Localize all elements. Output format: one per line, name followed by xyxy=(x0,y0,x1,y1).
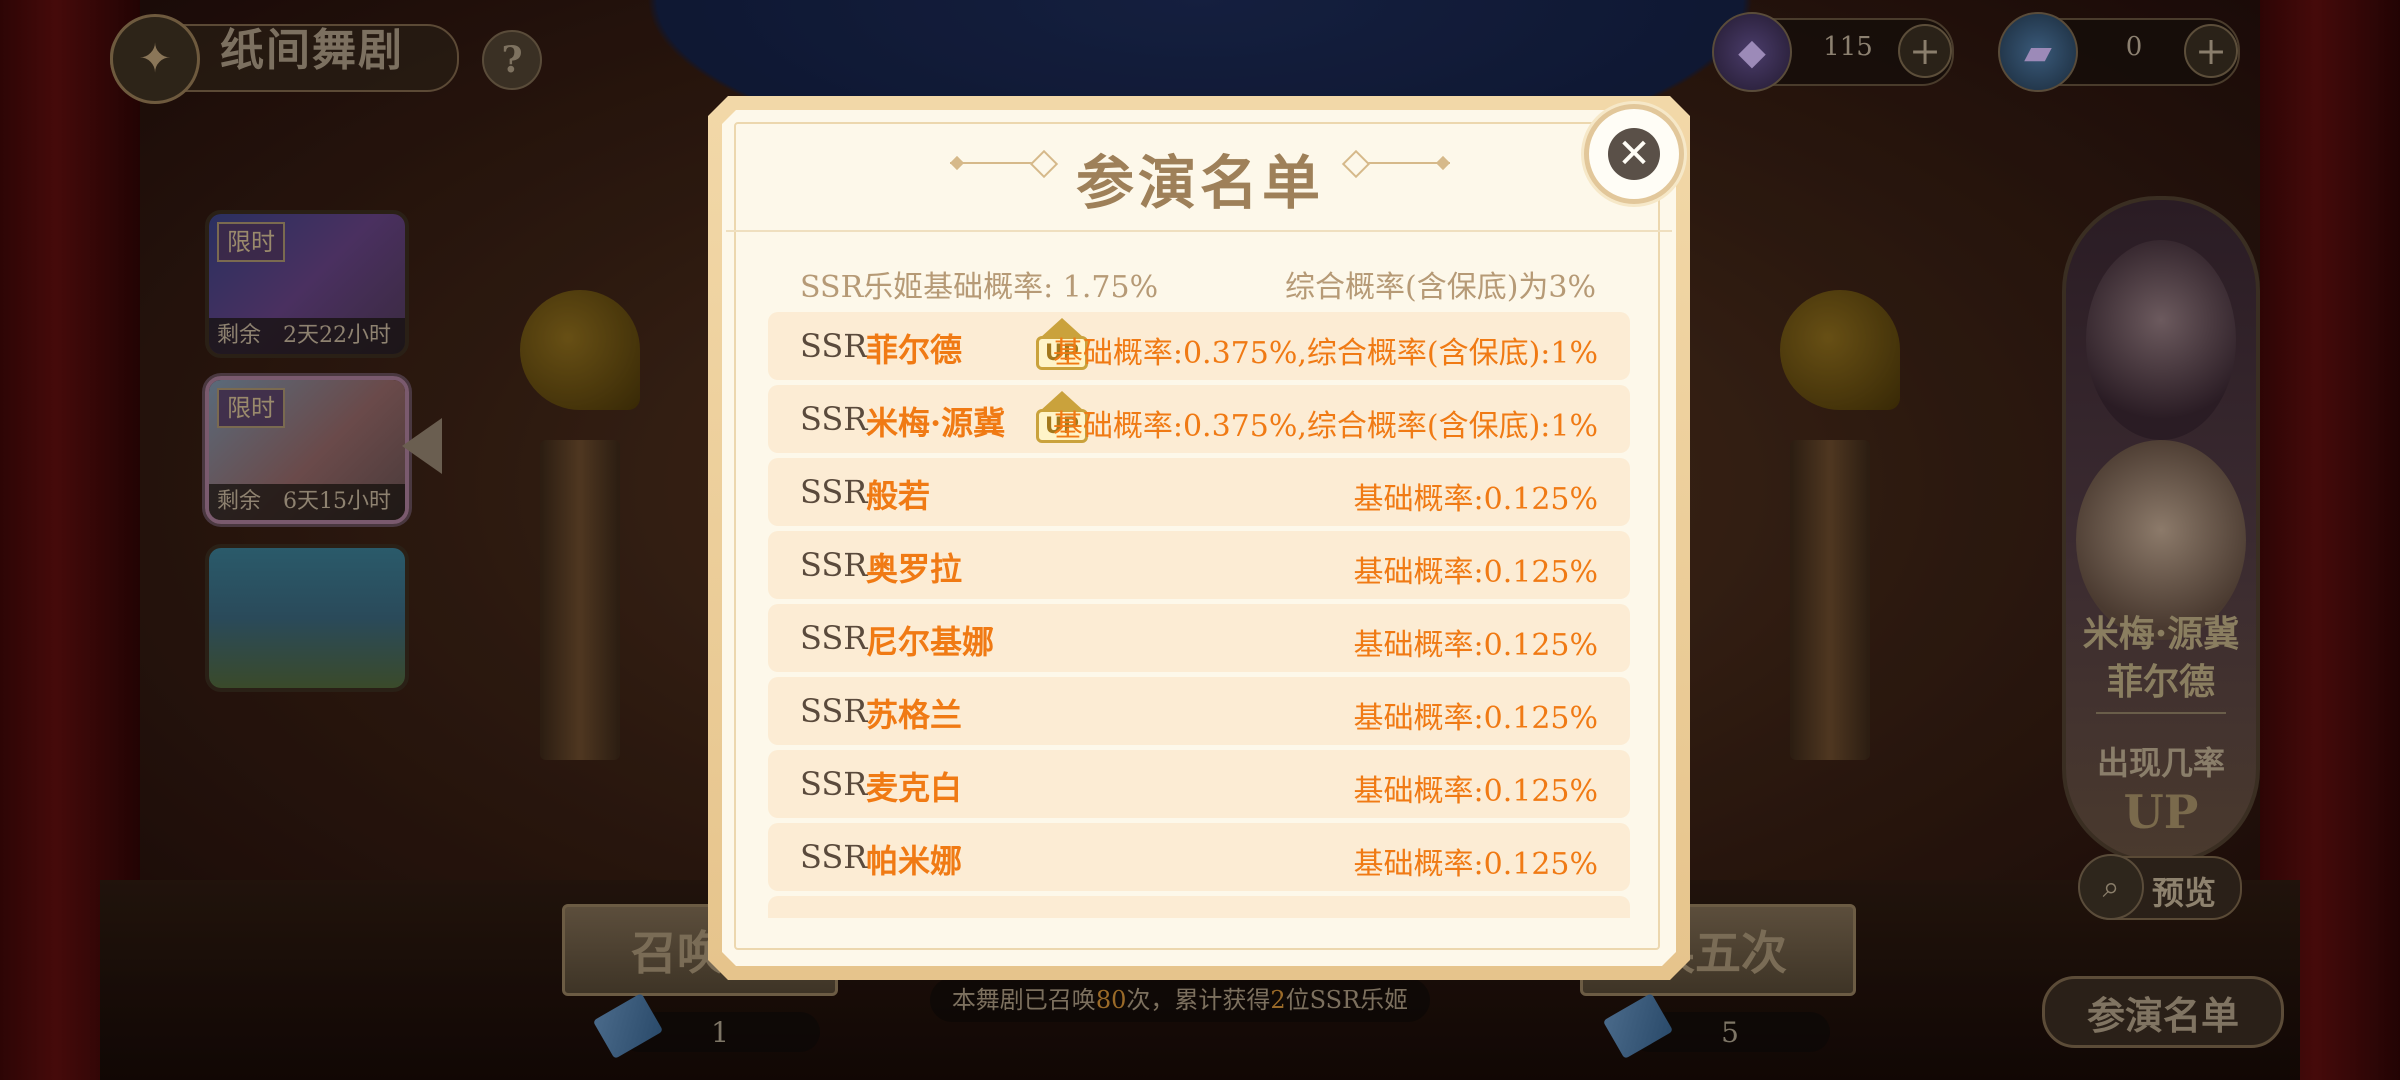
cast-list-row: SSR 般若 基础概率:0.125% xyxy=(768,458,1630,526)
banner-card-1[interactable]: 限时 剩余 2天22小时 xyxy=(205,210,409,358)
cost-value: 5 xyxy=(1721,1016,1739,1049)
ssr-count: 2 xyxy=(1270,986,1286,1014)
banner-art xyxy=(209,548,405,688)
rate-text: 基础概率:0.125% xyxy=(1353,774,1599,809)
page-title: 纸间舞剧 xyxy=(220,25,404,76)
add-gems-button[interactable]: + xyxy=(1898,24,1952,78)
cast-list[interactable]: SSR 菲尔德 UP 基础概率:0.375%,综合概率(含保底):1% SSR 米梅·源冀… xyxy=(768,312,1630,918)
up-label: UP xyxy=(2123,785,2199,839)
preview-label: 预览 xyxy=(2152,874,2217,912)
close-icon: ✕ xyxy=(1608,128,1660,180)
rarity-label: SSR xyxy=(800,692,868,730)
limited-tag: 限时 xyxy=(217,222,285,262)
ticket-icon: ▰ xyxy=(1998,12,2078,92)
stats-text: 位SSR乐姬 xyxy=(1285,986,1409,1014)
summon-five-cost: 5 xyxy=(1602,992,1830,1060)
character-name: 奥罗拉 xyxy=(866,550,963,588)
limited-tag: 限时 xyxy=(217,388,285,428)
rarity-label: SSR xyxy=(800,546,868,584)
divider xyxy=(2096,712,2226,714)
character-name: 般若 xyxy=(866,477,931,515)
banner-card-2[interactable]: 限时 剩余 6天15小时 xyxy=(205,376,409,524)
rate-text: 基础概率:0.375%,综合概率(含保底):1% xyxy=(1052,336,1598,371)
rarity-label: SSR xyxy=(800,765,868,803)
title-ornament-left xyxy=(950,162,1050,164)
character-name: 麦克白 xyxy=(866,769,963,807)
base-rate-text: SSR乐姬基础概率: 1.75% xyxy=(800,270,1159,305)
banner-remaining: 剩余 6天15小时 xyxy=(209,484,405,520)
cast-list-row: SSR 奥罗拉 基础概率:0.125% xyxy=(768,531,1630,599)
ticket-count: 0 xyxy=(2125,32,2143,62)
cast-list-row: SSR 米梅·源冀 UP 基础概率:0.375%,综合概率(含保底):1% xyxy=(768,385,1630,453)
gem-count: 115 xyxy=(1823,32,1873,62)
cast-list-row: SSR 麦克白 基础概率:0.125% xyxy=(768,750,1630,818)
appear-rate-label: 出现几率 xyxy=(2096,744,2225,782)
rate-text: 基础概率:0.125% xyxy=(1353,847,1599,882)
banner-remaining: 剩余 2天22小时 xyxy=(209,318,405,354)
cast-list-button[interactable]: 参演名单 xyxy=(2042,976,2284,1048)
stats-text: 次，累计获得 xyxy=(1126,986,1271,1014)
featured-names: 米梅·源冀 菲尔德 xyxy=(2082,613,2240,703)
summon-count: 80 xyxy=(1095,986,1127,1014)
featured-portrait[interactable]: 米梅·源冀 菲尔德 出现几率 UP xyxy=(2062,196,2260,864)
cast-list-row-partial xyxy=(768,896,1630,918)
rarity-label: SSR xyxy=(800,327,868,365)
summon-stats: 本舞剧已召唤80次，累计获得2位SSR乐姬 xyxy=(930,978,1430,1022)
gem-icon: ◆ xyxy=(1712,12,1792,92)
help-button[interactable]: ? xyxy=(482,30,542,90)
character-name: 帕米娜 xyxy=(866,842,963,880)
summon-once-cost: 1 xyxy=(592,992,820,1060)
character-name: 尼尔基娜 xyxy=(866,623,995,661)
back-emblem-icon[interactable]: ✦ xyxy=(110,14,200,104)
close-button[interactable]: ✕ xyxy=(1584,104,1684,204)
selected-arrow-icon xyxy=(402,418,442,474)
rarity-label: SSR xyxy=(800,619,868,657)
magnifier-icon: ⌕ xyxy=(2078,854,2144,920)
rarity-label: SSR xyxy=(800,838,868,876)
character-name: 苏格兰 xyxy=(866,696,963,734)
character-name: 米梅·源冀 xyxy=(866,404,1006,442)
cost-value: 1 xyxy=(711,1016,729,1049)
title-divider xyxy=(726,230,1672,232)
preview-button[interactable]: ⌕ 预览 xyxy=(2078,854,2242,920)
rate-text: 基础概率:0.125% xyxy=(1353,555,1599,590)
add-tickets-button[interactable]: + xyxy=(2184,24,2238,78)
stats-text: 本舞剧已召唤 xyxy=(951,986,1096,1014)
cast-list-row: SSR 帕米娜 基础概率:0.125% xyxy=(768,823,1630,891)
cast-list-row: SSR 尼尔基娜 基础概率:0.125% xyxy=(768,604,1630,672)
character-art xyxy=(2086,240,2236,440)
rarity-label: SSR xyxy=(800,400,868,438)
rate-text: 基础概率:0.125% xyxy=(1353,482,1599,517)
cast-list-row: SSR 菲尔德 UP 基础概率:0.375%,综合概率(含保底):1% xyxy=(768,312,1630,380)
banner-card-3[interactable] xyxy=(205,544,409,692)
modal-title: 参演名单 xyxy=(1075,149,1324,217)
rarity-label: SSR xyxy=(800,473,868,511)
cast-list-row: SSR 苏格兰 基础概率:0.125% xyxy=(768,677,1630,745)
rate-text: 基础概率:0.375%,综合概率(含保底):1% xyxy=(1052,409,1598,444)
character-name: 菲尔德 xyxy=(866,331,963,369)
rate-text: 基础概率:0.125% xyxy=(1353,701,1599,736)
rate-text: 基础概率:0.125% xyxy=(1353,628,1599,663)
overall-rate-text: 综合概率(含保底)为3% xyxy=(1284,270,1596,305)
